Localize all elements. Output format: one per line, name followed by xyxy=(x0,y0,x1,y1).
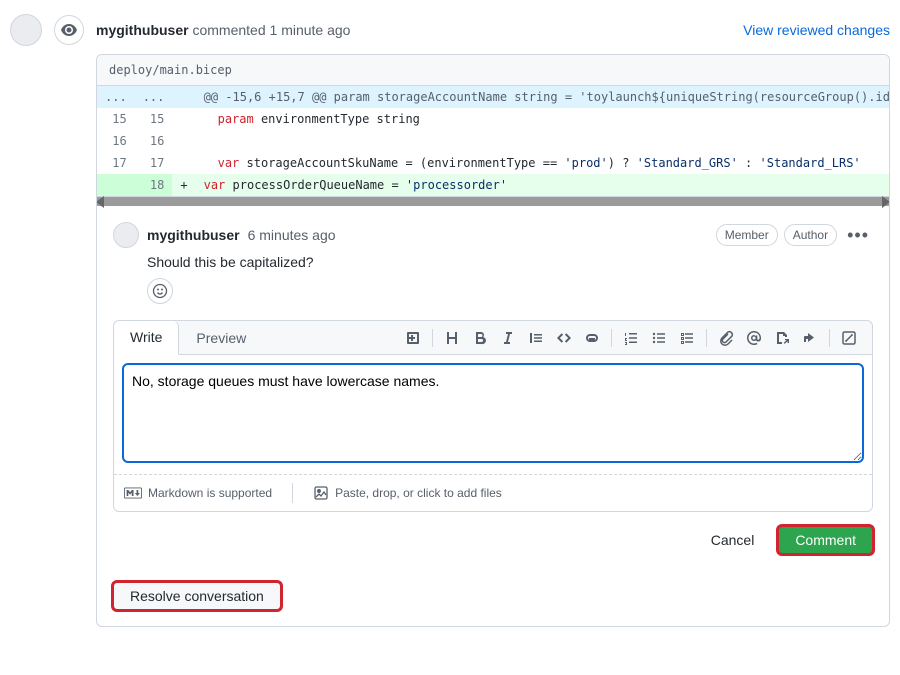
attach-icon[interactable] xyxy=(713,325,739,351)
markdown-toolbar xyxy=(400,325,872,351)
unordered-list-icon[interactable] xyxy=(646,325,672,351)
review-card: deploy/main.bicep ... ... @@ -15,6 +15,7… xyxy=(96,54,890,627)
line-number-old: ... xyxy=(97,86,135,108)
comment-body: Should this be capitalized? xyxy=(147,254,873,270)
mention-icon[interactable] xyxy=(741,325,767,351)
timestamp[interactable]: 6 minutes ago xyxy=(248,227,336,243)
markdown-help-link[interactable]: Markdown is supported xyxy=(124,486,272,500)
avatar[interactable] xyxy=(10,14,42,46)
code-line: var processOrderQueueName = 'processorde… xyxy=(196,174,890,196)
quote-icon[interactable] xyxy=(523,325,549,351)
italic-icon[interactable] xyxy=(495,325,521,351)
horizontal-scrollbar[interactable] xyxy=(97,196,889,206)
heading-icon[interactable] xyxy=(439,325,465,351)
comment-editor: Write Preview xyxy=(113,320,873,512)
resolve-conversation-button[interactable]: Resolve conversation xyxy=(113,582,281,610)
member-badge: Member xyxy=(716,224,778,246)
code-icon[interactable] xyxy=(551,325,577,351)
attach-files-link[interactable]: Paste, drop, or click to add files xyxy=(313,485,502,501)
tab-preview[interactable]: Preview xyxy=(179,321,263,355)
kebab-menu[interactable]: ••• xyxy=(843,225,873,246)
hunk-header: @@ -15,6 +15,7 @@ param storageAccountNa… xyxy=(196,86,890,108)
addition-marker: + xyxy=(172,174,195,196)
comment-button[interactable]: Comment xyxy=(778,526,873,554)
tab-write[interactable]: Write xyxy=(114,321,179,355)
avatar[interactable] xyxy=(113,222,139,248)
username-link[interactable]: mygithubuser xyxy=(96,22,189,38)
author-badge: Author xyxy=(784,224,837,246)
bold-icon[interactable] xyxy=(467,325,493,351)
code-diff: ... ... @@ -15,6 +15,7 @@ param storageA… xyxy=(97,86,890,196)
reviewed-icon xyxy=(54,15,84,45)
suggestion-icon[interactable] xyxy=(400,325,426,351)
thread-header: mygithubuser commented 1 minute ago View… xyxy=(10,10,890,54)
username-link[interactable]: mygithubuser xyxy=(147,227,240,243)
cross-reference-icon[interactable] xyxy=(769,325,795,351)
code-line: param environmentType string xyxy=(196,108,890,130)
cancel-button[interactable]: Cancel xyxy=(695,526,771,554)
view-reviewed-changes-link[interactable]: View reviewed changes xyxy=(743,22,890,38)
code-line: var storageAccountSkuName = (environment… xyxy=(196,152,890,174)
timestamp[interactable]: 1 minute ago xyxy=(270,22,351,38)
comment-textarea[interactable] xyxy=(122,363,864,463)
task-list-icon[interactable] xyxy=(674,325,700,351)
ordered-list-icon[interactable] xyxy=(618,325,644,351)
link-icon[interactable] xyxy=(579,325,605,351)
reply-icon[interactable] xyxy=(797,325,823,351)
add-reaction-button[interactable] xyxy=(147,278,173,304)
line-number-new: ... xyxy=(135,86,173,108)
code-line xyxy=(196,130,890,152)
file-path[interactable]: deploy/main.bicep xyxy=(97,55,889,86)
action-text: commented xyxy=(192,22,265,38)
fullscreen-icon[interactable] xyxy=(836,325,862,351)
